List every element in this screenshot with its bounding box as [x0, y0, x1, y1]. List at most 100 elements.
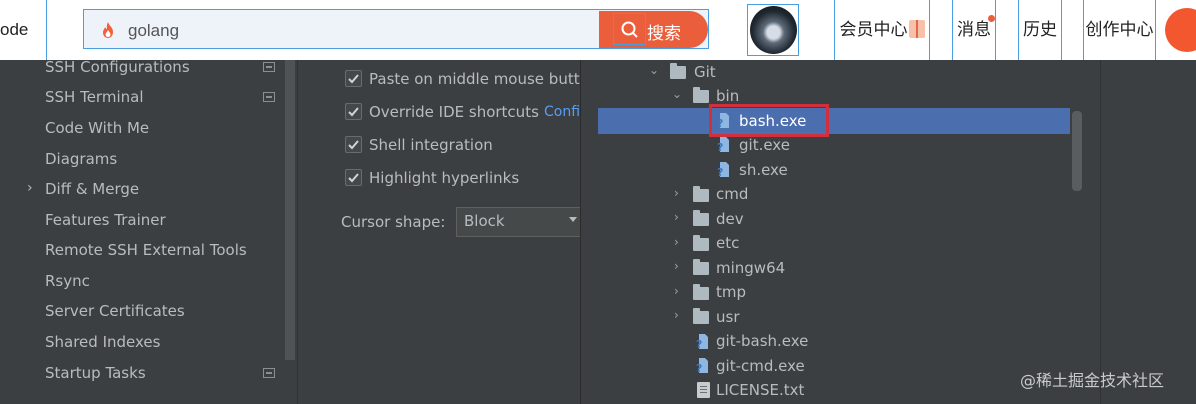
override-ide-shortcuts-checkbox[interactable] [345, 103, 362, 120]
sidebar-scrollbar[interactable] [285, 60, 295, 360]
tree-file-git-bash-exe[interactable]: git-bash.exe [716, 329, 808, 353]
tree-folder-tmp[interactable]: tmp [716, 280, 746, 304]
nav-link-history[interactable]: 历史 [1018, 0, 1062, 60]
nav-link-messages[interactable]: 消息 [952, 0, 996, 60]
checkmark-icon [348, 140, 359, 150]
highlight-hyperlinks-checkbox[interactable] [345, 169, 362, 186]
sidebar-item-label: Rsync [45, 272, 90, 290]
notification-dot [988, 15, 995, 22]
highlight-hyperlinks-label: Highlight hyperlinks [369, 169, 520, 187]
sidebar-item-server-certificates[interactable]: Server Certificates [45, 299, 185, 323]
nav-link-code[interactable]: ode [0, 0, 47, 60]
tree-folder-cmd[interactable]: cmd [716, 182, 748, 206]
checkmark-icon [348, 173, 359, 183]
chevron-down-icon [569, 217, 577, 222]
folder-icon [693, 186, 709, 202]
folder-icon [693, 210, 709, 226]
chevron-right-icon[interactable]: › [674, 186, 679, 200]
cursor-shape-value: Block [464, 212, 505, 230]
svg-text:?: ? [717, 166, 723, 178]
folder-icon [693, 284, 709, 300]
top-navbar: ode 搜索 会员中心 消息 历史 创作中心 [0, 0, 1196, 60]
selected-tree-row[interactable] [598, 108, 1070, 134]
text-file-icon [697, 382, 710, 398]
chevron-right-icon[interactable]: › [674, 235, 679, 249]
tree-file-sh-exe[interactable]: sh.exe [739, 158, 788, 182]
sidebar-item-label: Diff & Merge [45, 180, 140, 198]
sidebar-item-shared-indexes[interactable]: Shared Indexes [45, 330, 160, 354]
tree-folder-dev[interactable]: dev [716, 207, 744, 231]
tree-file-license-txt[interactable]: LICENSE.txt [716, 378, 804, 402]
configure-link[interactable]: Confi [544, 102, 580, 122]
paste-middle-mouse-checkbox[interactable] [345, 70, 362, 87]
sidebar-item-ssh-terminal[interactable]: SSH Terminal [45, 85, 143, 109]
nav-link-creator-label: 创作中心 [1085, 20, 1154, 39]
cursor-shape-select[interactable]: Block [456, 207, 586, 237]
svg-text:?: ? [696, 362, 702, 374]
sidebar-item-remote-ssh-external-tools[interactable]: Remote SSH External Tools [45, 238, 247, 262]
project-scope-icon [263, 92, 275, 102]
chevron-down-icon[interactable]: ⌄ [672, 87, 682, 101]
sidebar-item-label: Remote SSH External Tools [45, 241, 247, 259]
nav-link-messages-label: 消息 [957, 20, 991, 39]
folder-icon [693, 259, 709, 275]
tree-scrollbar[interactable] [1072, 111, 1082, 191]
svg-text:?: ? [696, 338, 702, 350]
dialog-edge-panel [1100, 60, 1196, 404]
sidebar-item-diagrams[interactable]: Diagrams [45, 147, 117, 171]
chevron-right-icon[interactable]: › [674, 210, 679, 224]
sidebar-item-label: Diagrams [45, 150, 118, 168]
chevron-down-icon[interactable]: ⌄ [649, 63, 659, 77]
nav-link-history-label: 历史 [1023, 20, 1057, 39]
sidebar-item-diff-merge[interactable]: Diff & Merge [45, 177, 139, 201]
folder-icon [693, 235, 709, 251]
project-scope-icon [263, 62, 275, 72]
tree-file-git-cmd-exe[interactable]: git-cmd.exe [716, 354, 805, 378]
nav-link-creator[interactable]: 创作中心 [1083, 0, 1156, 60]
tree-folder-etc[interactable]: etc [716, 231, 739, 255]
search-button[interactable]: 搜索 [599, 11, 708, 48]
annotation-highlight-box [709, 104, 829, 137]
chevron-right-icon[interactable]: › [674, 259, 679, 273]
folder-icon [693, 308, 709, 324]
folder-icon [693, 87, 709, 103]
project-scope-icon [263, 368, 275, 378]
sidebar-item-label: Code With Me [45, 119, 150, 137]
paste-middle-mouse-label: Paste on middle mouse butto [369, 70, 589, 88]
sidebar-item-label: SSH Terminal [45, 88, 144, 106]
shell-integration-checkbox[interactable] [345, 136, 362, 153]
publish-button[interactable] [1165, 8, 1196, 52]
executable-icon: ? [696, 358, 708, 374]
sidebar-item-startup-tasks[interactable]: Startup Tasks [45, 361, 146, 385]
checkmark-icon [348, 74, 359, 84]
executable-icon: ? [696, 334, 708, 350]
sidebar-item-features-trainer[interactable]: Features Trainer [45, 208, 166, 232]
shell-integration-label: Shell integration [369, 136, 493, 154]
avatar[interactable] [747, 4, 799, 56]
tree-folder-usr[interactable]: usr [716, 305, 740, 329]
executable-icon: ? [717, 137, 729, 153]
chevron-right-icon[interactable]: › [27, 180, 33, 196]
gift-icon [908, 20, 925, 38]
sidebar-item-label: Features Trainer [45, 211, 166, 229]
cursor-shape-label: Cursor shape: [341, 213, 446, 231]
tree-folder-mingw64[interactable]: mingw64 [716, 256, 785, 280]
flame-icon [103, 22, 113, 38]
executable-icon: ? [717, 162, 729, 178]
nav-link-vip-label: 会员中心 [839, 20, 908, 39]
checkmark-icon [348, 107, 359, 117]
svg-text:?: ? [717, 141, 723, 153]
sidebar-item-code-with-me[interactable]: Code With Me [45, 116, 149, 140]
chevron-right-icon[interactable]: › [674, 284, 679, 298]
sidebar-item-rsync[interactable]: Rsync [45, 269, 90, 293]
folder-icon [670, 63, 686, 79]
sidebar-item-label: Shared Indexes [45, 333, 161, 351]
search-input[interactable] [126, 13, 590, 49]
override-ide-shortcuts-label: Override IDE shortcuts [369, 103, 539, 121]
sidebar-item-label: Startup Tasks [45, 364, 146, 382]
nav-link-vip[interactable]: 会员中心 [834, 0, 930, 60]
chevron-right-icon[interactable]: › [674, 308, 679, 322]
tree-folder-git[interactable]: Git [694, 60, 716, 84]
search-button-label: 搜索 [647, 24, 681, 43]
sidebar-item-label: Server Certificates [45, 302, 185, 320]
